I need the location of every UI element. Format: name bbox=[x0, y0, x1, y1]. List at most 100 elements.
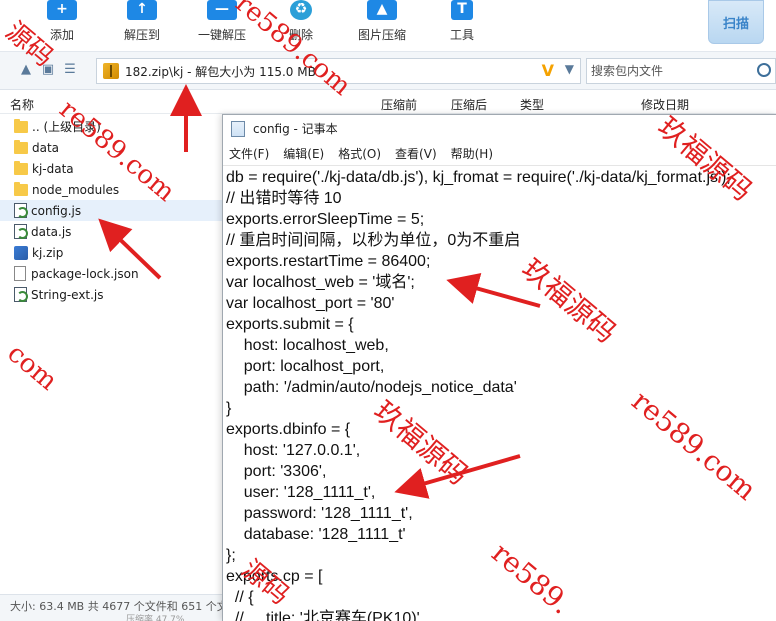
notepad-title: config - 记事本 bbox=[253, 122, 338, 136]
zip-archive-icon bbox=[103, 63, 119, 79]
code-line: exports.restartTime = 86400; bbox=[226, 253, 431, 270]
tools-icon: T bbox=[451, 0, 473, 20]
folder-icon bbox=[14, 118, 28, 133]
list-item[interactable]: data.js bbox=[0, 221, 222, 242]
file-name: kj.zip bbox=[32, 245, 64, 260]
status-subtext: 压缩率 47.7% bbox=[126, 615, 185, 621]
code-line: host: '127.0.0.1', bbox=[226, 442, 361, 459]
column-size-after[interactable]: 压缩后 bbox=[451, 96, 487, 113]
code-line: user: '128_1111_t', bbox=[226, 484, 376, 501]
add-label: 添加 bbox=[49, 28, 74, 42]
zip-file-icon bbox=[14, 245, 28, 260]
code-line: host: localhost_web, bbox=[226, 337, 389, 354]
file-name: .. (上级目录) bbox=[32, 120, 101, 134]
thumbnail-view-icon[interactable]: ▣ bbox=[40, 62, 56, 78]
list-item-selected[interactable]: config.js bbox=[0, 200, 222, 221]
menu-edit[interactable]: 编辑(E) bbox=[283, 145, 324, 162]
code-line: // 重启时间间隔，以秒为单位，0为不重启 bbox=[226, 232, 521, 249]
code-line: }; bbox=[226, 547, 236, 564]
code-line: // title: '北京赛车(PK10)', bbox=[226, 610, 425, 621]
code-line: } bbox=[226, 400, 232, 417]
file-name: data.js bbox=[31, 224, 72, 239]
js-file-icon bbox=[14, 203, 28, 218]
scan-label: 扫描 bbox=[722, 16, 749, 32]
code-line: exports.submit = { bbox=[226, 316, 354, 333]
list-item[interactable]: kj-data bbox=[0, 158, 222, 179]
file-list: .. (上级目录) data kj-data node_modules conf… bbox=[0, 114, 222, 594]
search-input[interactable] bbox=[591, 64, 751, 78]
code-line: // 出错时等待 10 bbox=[226, 190, 342, 207]
column-type[interactable]: 类型 bbox=[520, 96, 544, 113]
file-name: data bbox=[32, 140, 60, 155]
js-file-icon bbox=[14, 287, 28, 302]
tools-label: 工具 bbox=[449, 28, 474, 42]
code-line: port: localhost_port, bbox=[226, 358, 385, 375]
extract-icon: ↑ bbox=[127, 0, 157, 20]
code-line: password: '128_1111_t', bbox=[226, 505, 413, 522]
list-item[interactable]: node_modules bbox=[0, 179, 222, 200]
delete-icon: ♻ bbox=[290, 0, 312, 20]
delete-button[interactable]: ♻ 删除 bbox=[285, 0, 317, 52]
extract-to-label: 解压到 bbox=[123, 28, 160, 42]
search-icon[interactable] bbox=[757, 63, 771, 77]
list-item[interactable]: String-ext.js bbox=[0, 284, 222, 305]
file-name: kj-data bbox=[32, 161, 74, 176]
code-line: var localhost_port = '80' bbox=[226, 295, 395, 312]
image-compress-button[interactable]: ▲ 图片压缩 bbox=[354, 0, 410, 52]
column-header: 名称 压缩前 压缩后 类型 修改日期 bbox=[0, 90, 776, 114]
search-box bbox=[586, 58, 776, 84]
up-arrow-icon[interactable]: ▲ bbox=[18, 62, 34, 78]
list-view-icon[interactable]: ☰ bbox=[62, 62, 78, 78]
column-modified[interactable]: 修改日期 bbox=[641, 96, 689, 113]
list-item[interactable]: .. (上级目录) bbox=[0, 116, 222, 137]
list-item[interactable]: package-lock.json bbox=[0, 263, 222, 284]
toolbar: + 添加 ↑ 解压到 — 一键解压 ♻ 删除 ▲ 图片压缩 T 工具 扫描 bbox=[0, 0, 776, 52]
scan-button[interactable]: 扫描 bbox=[708, 0, 764, 44]
json-file-icon bbox=[14, 266, 26, 281]
status-bar: 大小: 63.4 MB 共 4677 个文件和 651 个文件夹 压缩率 47.… bbox=[0, 594, 222, 621]
menu-view[interactable]: 查看(V) bbox=[395, 145, 437, 162]
status-text: 大小: 63.4 MB 共 4677 个文件和 651 个文件夹 bbox=[10, 600, 222, 613]
add-button[interactable]: + 添加 bbox=[44, 0, 80, 52]
file-name: package-lock.json bbox=[31, 266, 139, 281]
column-size-before[interactable]: 压缩前 bbox=[381, 96, 417, 113]
code-line: database: '128_1111_t' bbox=[226, 526, 406, 543]
code-line: exports.errorSleepTime = 5; bbox=[226, 211, 425, 228]
code-line: exports.dbinfo = { bbox=[226, 421, 351, 438]
path-text: 182.zip\kj - 解包大小为 115.0 MB bbox=[125, 64, 316, 79]
notepad-icon bbox=[231, 120, 245, 137]
file-name: String-ext.js bbox=[31, 287, 104, 302]
code-line: path: '/admin/auto/nodejs_notice_data' bbox=[226, 379, 517, 396]
notepad-editor[interactable]: db = require('./kj-data/db.js'), kj_from… bbox=[223, 166, 775, 621]
code-line: db = require('./kj-data/db.js'), kj_from… bbox=[226, 169, 731, 186]
delete-label: 删除 bbox=[288, 28, 313, 42]
notepad-titlebar[interactable]: config - 记事本 bbox=[223, 115, 776, 142]
folder-icon bbox=[14, 160, 28, 175]
notepad-menubar: 文件(F) 编辑(E) 格式(O) 查看(V) 帮助(H) bbox=[223, 142, 776, 166]
code-line: port: '3306', bbox=[226, 463, 327, 480]
notepad-window: config - 记事本 文件(F) 编辑(E) 格式(O) 查看(V) 帮助(… bbox=[222, 114, 776, 621]
folder-icon bbox=[14, 181, 28, 196]
code-line: // { bbox=[226, 589, 254, 606]
one-click-extract-button[interactable]: — 一键解压 bbox=[194, 0, 250, 52]
menu-help[interactable]: 帮助(H) bbox=[451, 145, 493, 162]
chevron-down-icon[interactable]: ▼ bbox=[565, 62, 574, 76]
column-name[interactable]: 名称 bbox=[10, 96, 34, 113]
view-controls: ▲ ▣ ☰ bbox=[18, 62, 78, 78]
tools-button[interactable]: T 工具 bbox=[446, 0, 478, 52]
path-bar[interactable]: 182.zip\kj - 解包大小为 115.0 MB V ▼ bbox=[96, 58, 581, 84]
js-file-icon bbox=[14, 224, 28, 239]
address-row: ▲ ▣ ☰ 182.zip\kj - 解包大小为 115.0 MB V ▼ bbox=[0, 52, 776, 90]
file-name: config.js bbox=[31, 203, 82, 218]
folder-icon bbox=[14, 139, 28, 154]
menu-file[interactable]: 文件(F) bbox=[229, 145, 269, 162]
image-compress-label: 图片压缩 bbox=[357, 28, 406, 42]
extract-to-button[interactable]: ↑ 解压到 bbox=[120, 0, 164, 52]
v-logo-icon[interactable]: V bbox=[542, 61, 554, 80]
one-click-extract-label: 一键解压 bbox=[197, 28, 246, 42]
add-icon: + bbox=[47, 0, 77, 20]
list-item[interactable]: data bbox=[0, 137, 222, 158]
list-item[interactable]: kj.zip bbox=[0, 242, 222, 263]
code-line: var localhost_web = '域名'; bbox=[226, 274, 415, 291]
menu-format[interactable]: 格式(O) bbox=[338, 145, 381, 162]
